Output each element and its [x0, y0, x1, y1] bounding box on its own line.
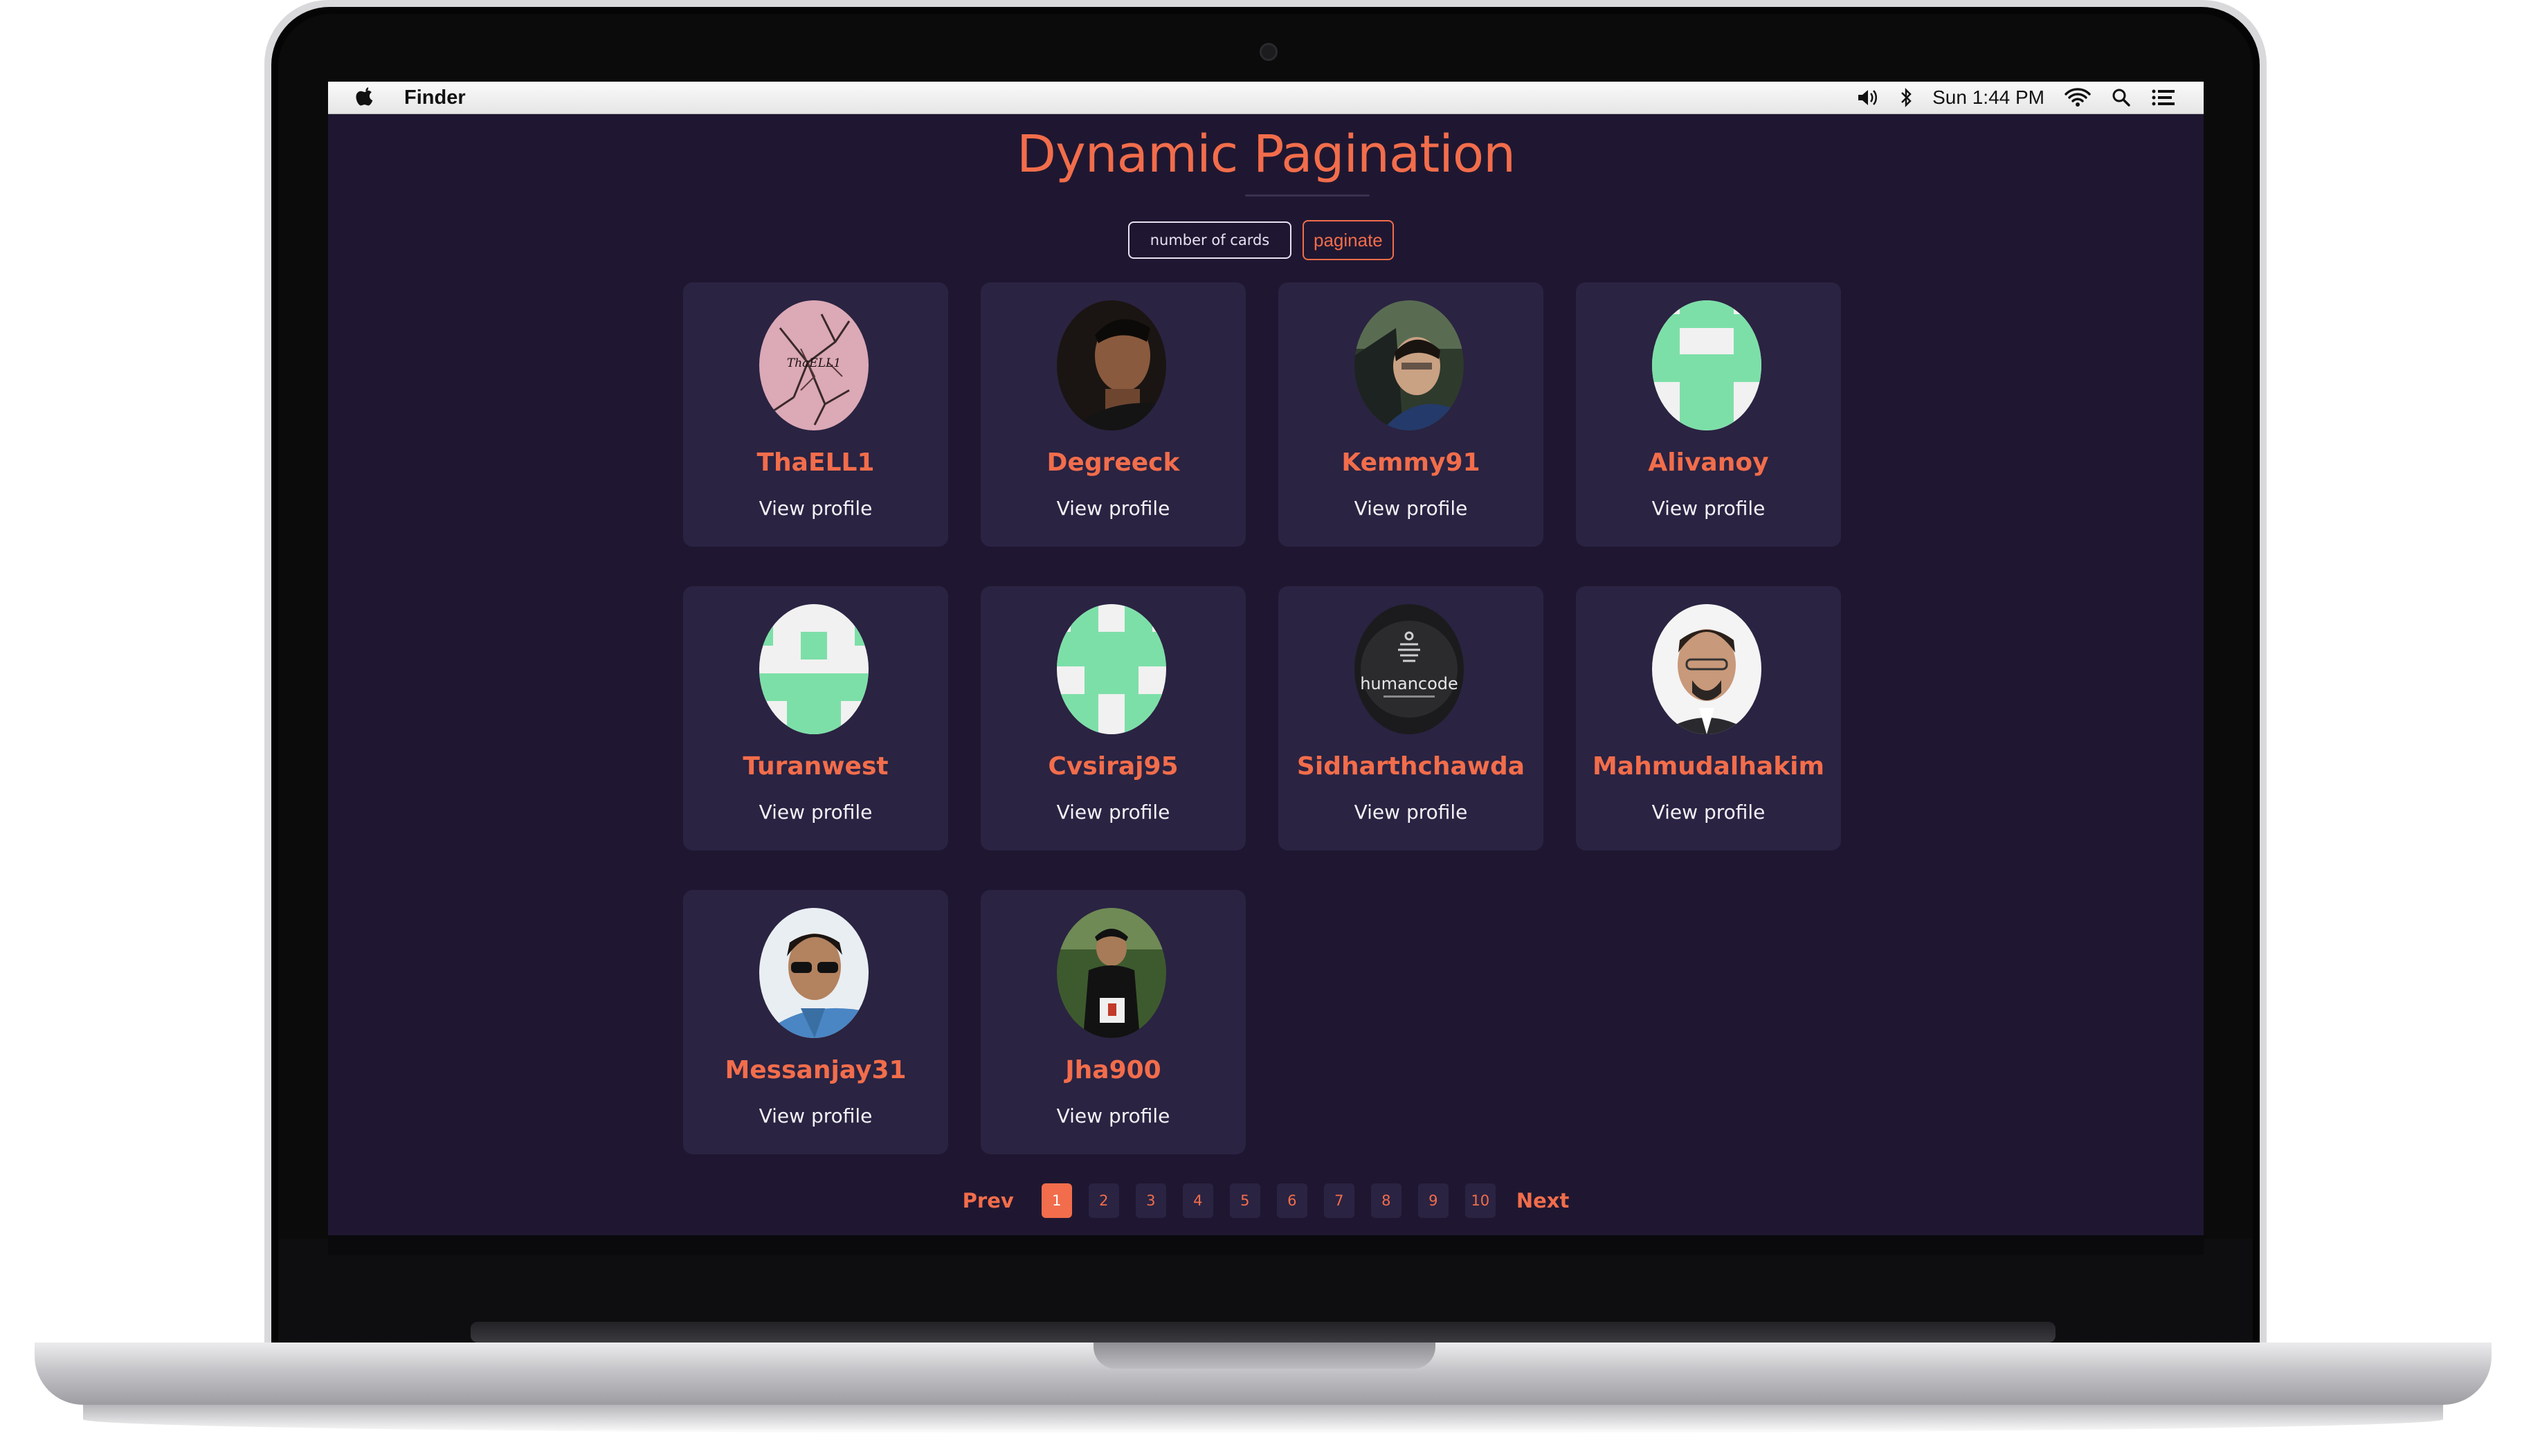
profile-card: Mahmudalhakim View profile [1576, 586, 1841, 850]
page-button-2[interactable]: 2 [1088, 1183, 1119, 1218]
bluetooth-icon[interactable] [1899, 87, 1913, 109]
page-button-3[interactable]: 3 [1135, 1183, 1166, 1218]
card-name: Alivanoy [1648, 448, 1769, 477]
apple-icon[interactable] [354, 86, 375, 109]
avatar[interactable] [1652, 604, 1761, 734]
view-profile-link[interactable]: View profile [981, 801, 1246, 823]
list-icon[interactable] [2151, 87, 2176, 108]
menu-clock[interactable]: Sun 1:44 PM [1932, 87, 2044, 109]
laptop-shadow [83, 1405, 2443, 1434]
avatar[interactable] [1354, 300, 1464, 430]
avatar[interactable] [1057, 908, 1166, 1038]
view-profile-link[interactable]: View profile [1278, 497, 1543, 520]
page-button-6[interactable]: 6 [1276, 1183, 1307, 1218]
page-button-4[interactable]: 4 [1182, 1183, 1213, 1218]
profile-card: Jha900 View profile [981, 890, 1246, 1154]
avatar[interactable] [759, 908, 869, 1038]
profile-card: humancode Sidharthchawda View profile [1278, 586, 1543, 850]
laptop-hinge [471, 1322, 2056, 1343]
card-name: Degreeck [1046, 448, 1180, 477]
volume-icon[interactable] [1856, 87, 1880, 108]
next-page-button[interactable]: Next [1516, 1189, 1570, 1212]
page-title: Dynamic Pagination [1016, 125, 1516, 184]
page-button-7[interactable]: 7 [1323, 1183, 1354, 1218]
pagination-controls: paginate [1128, 220, 1394, 260]
menu-bar: Finder Sun 1:44 PM [328, 82, 2204, 114]
view-profile-link[interactable]: View profile [683, 801, 948, 823]
view-profile-link[interactable]: View profile [981, 1104, 1246, 1127]
view-profile-link[interactable]: View profile [981, 497, 1246, 520]
view-profile-link[interactable]: View profile [1576, 497, 1841, 520]
avatar[interactable] [759, 604, 869, 734]
avatar[interactable]: ThaELL1 [759, 300, 869, 430]
view-profile-link[interactable]: View profile [1576, 801, 1841, 823]
profile-card: Turanwest View profile [683, 586, 948, 850]
profile-card: Degreeck View profile [981, 282, 1246, 547]
camera-icon [1260, 43, 1278, 61]
card-count-input[interactable] [1128, 221, 1291, 259]
page-button-10[interactable]: 10 [1464, 1183, 1496, 1218]
menu-bar-status: Sun 1:44 PM [1856, 85, 2176, 110]
avatar[interactable] [1057, 300, 1166, 430]
prev-page-button[interactable]: Prev [963, 1189, 1014, 1212]
avatar-text: ThaELL1 [787, 356, 841, 370]
card-name: Turanwest [743, 752, 889, 781]
profile-card: Cvsiraj95 View profile [981, 586, 1246, 850]
card-name: Mahmudalhakim [1592, 752, 1824, 781]
profile-card: Alivanoy View profile [1576, 282, 1841, 547]
profile-card: Kemmy91 View profile [1278, 282, 1543, 547]
screen: Finder Sun 1:44 PM Dynamic Pagination nu… [328, 82, 2204, 1235]
page-button-5[interactable]: 5 [1229, 1183, 1260, 1218]
avatar-text: humancode [1360, 674, 1458, 693]
card-name: Messanjay31 [725, 1056, 907, 1084]
card-name: Cvsiraj95 [1048, 752, 1179, 781]
view-profile-link[interactable]: View profile [683, 497, 948, 520]
avatar[interactable]: humancode [1354, 604, 1464, 734]
page-button-8[interactable]: 8 [1370, 1183, 1401, 1218]
screen-bottom-edge [328, 1235, 2204, 1255]
card-name: ThaELL1 [756, 448, 875, 477]
card-name: Jha900 [1065, 1056, 1161, 1084]
view-profile-link[interactable]: View profile [1278, 801, 1543, 823]
card-name: Sidharthchawda [1296, 752, 1525, 781]
avatar[interactable] [1652, 300, 1761, 430]
card-name: Kemmy91 [1341, 448, 1480, 477]
pagination: Prev 1 2 3 4 5 6 7 8 9 10 Next [328, 1183, 2204, 1218]
paginate-button[interactable]: paginate [1303, 220, 1394, 260]
page-button-1[interactable]: 1 [1041, 1183, 1072, 1218]
app-name[interactable]: Finder [404, 87, 466, 109]
laptop-notch [1094, 1343, 1435, 1369]
avatar[interactable] [1057, 604, 1166, 734]
page-button-9[interactable]: 9 [1417, 1183, 1449, 1218]
view-profile-link[interactable]: View profile [683, 1104, 948, 1127]
card-grid: ThaELL1 ThaELL1 View profile Degreeck Vi… [683, 282, 1853, 1154]
profile-card: Messanjay31 View profile [683, 890, 948, 1154]
search-icon[interactable] [2111, 87, 2132, 108]
title-divider [1245, 194, 1370, 197]
wifi-icon[interactable] [2064, 87, 2092, 108]
profile-card: ThaELL1 ThaELL1 View profile [683, 282, 948, 547]
